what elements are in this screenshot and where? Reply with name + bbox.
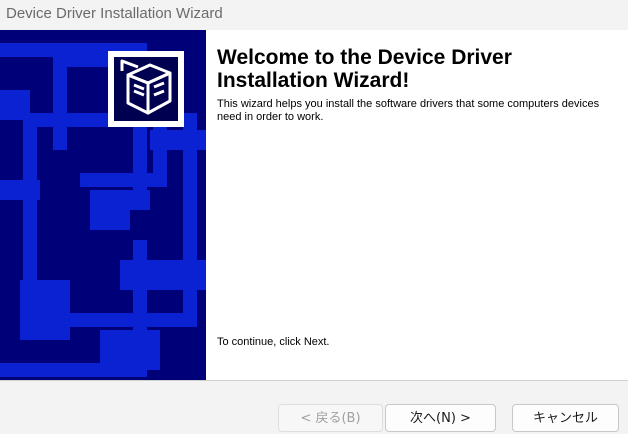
wizard-side-banner (0, 30, 206, 380)
next-button[interactable]: 次へ(N) > (385, 404, 496, 432)
window-title: Device Driver Installation Wizard (6, 5, 223, 22)
page-title: Welcome to the Device Driver Installatio… (217, 46, 512, 92)
wizard-window: Device Driver Installation Wizard Welcom… (0, 0, 628, 434)
wizard-description: This wizard helps you install the softwa… (217, 98, 600, 123)
back-button[interactable]: < 戻る(B) (278, 404, 383, 432)
hardware-box-icon (108, 51, 184, 127)
footer-divider (0, 380, 628, 381)
cancel-button[interactable]: キャンセル (512, 404, 619, 432)
wizard-content: Welcome to the Device Driver Installatio… (0, 30, 628, 380)
continue-instruction: To continue, click Next. (217, 336, 330, 348)
title-bar[interactable]: Device Driver Installation Wizard (0, 0, 628, 30)
